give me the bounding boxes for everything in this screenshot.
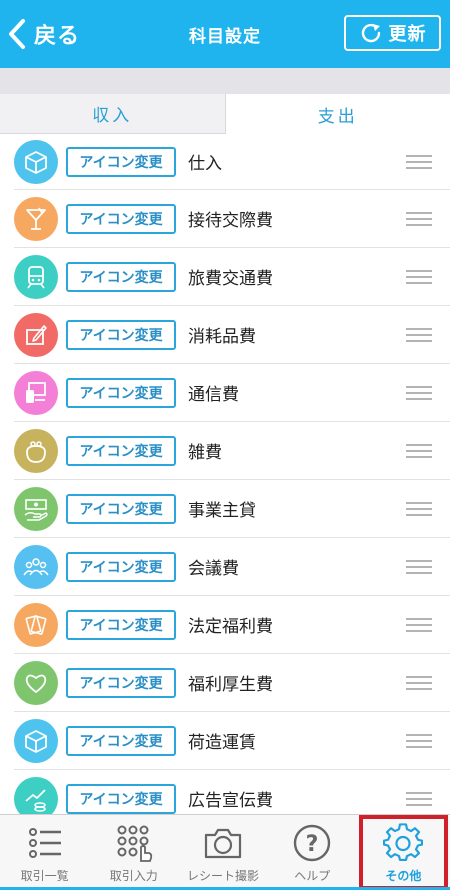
change-icon-button[interactable]: アイコン変更 [66, 377, 176, 408]
category-row: アイコン変更 旅費交通費 [0, 248, 450, 306]
header-bar: 戻る 科目設定 更新 [0, 0, 450, 68]
category-row: アイコン変更 広告宣伝費 [0, 770, 450, 814]
category-row: アイコン変更 法定福利費 [0, 596, 450, 654]
category-row: アイコン変更 雑費 [0, 422, 450, 480]
list-icon [28, 828, 61, 858]
category-icon-badge [14, 196, 58, 241]
category-icon-badge [14, 544, 58, 589]
category-icon-badge [14, 139, 58, 184]
category-icon-badge [14, 776, 58, 814]
category-list: アイコン変更 仕入 アイコン変更 接待交際費 アイコン変更 旅費交通費 アイコン変更 消耗品費… [0, 134, 450, 814]
category-icon-badge [14, 486, 58, 531]
category-name: 事業主貸 [188, 501, 256, 521]
category-row: アイコン変更 事業主貸 [0, 480, 450, 538]
reorder-handle-icon[interactable] [406, 675, 432, 690]
svg-text:?: ? [306, 832, 319, 857]
camera-icon [204, 828, 242, 859]
keypad-icon [117, 825, 152, 862]
income-expense-tabs: 収入 支出 [0, 94, 450, 134]
pen-note-icon [26, 324, 47, 345]
change-icon-button[interactable]: アイコン変更 [66, 725, 176, 756]
reorder-handle-icon[interactable] [406, 154, 432, 169]
category-name: 旅費交通費 [188, 269, 273, 289]
tab-income[interactable]: 収入 [0, 94, 226, 134]
change-icon-button[interactable]: アイコン変更 [66, 609, 176, 640]
change-icon-button[interactable]: アイコン変更 [66, 146, 176, 177]
people-icon [23, 557, 49, 575]
change-icon-button[interactable]: アイコン変更 [66, 493, 176, 524]
nav-label: レシート撮影 [187, 869, 260, 883]
header-spacer [0, 68, 450, 94]
category-row: アイコン変更 通信費 [0, 364, 450, 422]
purse-icon [26, 440, 46, 463]
category-icon-badge [14, 428, 58, 473]
category-name: 通信費 [188, 385, 239, 405]
reorder-handle-icon[interactable] [406, 385, 432, 400]
category-name: 法定福利費 [188, 617, 273, 637]
change-icon-button[interactable]: アイコン変更 [66, 783, 176, 814]
phone-computer-icon [26, 381, 46, 403]
reorder-handle-icon[interactable] [406, 559, 432, 574]
cards-icon [25, 614, 47, 635]
category-name: 荷造運賃 [188, 733, 256, 753]
heart-icon [25, 674, 47, 693]
category-name: 広告宣伝費 [188, 791, 273, 811]
category-icon-badge [14, 312, 58, 357]
nav-transaction-input[interactable]: 取引入力 [89, 815, 178, 890]
train-icon [27, 265, 45, 288]
tab-expense[interactable]: 支出 [225, 94, 450, 134]
growth-icon [25, 788, 46, 812]
nav-other[interactable]: その他 [358, 815, 449, 890]
help-icon: ? [294, 824, 331, 862]
reorder-handle-icon[interactable] [406, 269, 432, 284]
refresh-label: 更新 [388, 24, 427, 45]
category-name: 仕入 [188, 154, 222, 174]
change-icon-button[interactable]: アイコン変更 [66, 261, 176, 292]
change-icon-button[interactable]: アイコン変更 [66, 435, 176, 466]
category-row: アイコン変更 福利厚生費 [0, 654, 450, 712]
category-row: アイコン変更 接待交際費 [0, 190, 450, 248]
reorder-handle-icon[interactable] [406, 501, 432, 516]
category-icon-badge [14, 370, 58, 415]
reorder-handle-icon[interactable] [406, 733, 432, 748]
reorder-handle-icon[interactable] [406, 327, 432, 342]
box-icon [25, 729, 47, 753]
category-icon-badge [14, 602, 58, 647]
nav-help[interactable]: ? ヘルプ [268, 815, 357, 890]
category-icon-badge [14, 254, 58, 299]
category-name: 会議費 [188, 559, 239, 579]
nav-label: その他 [385, 869, 422, 883]
box-icon [25, 150, 47, 174]
nav-receipt-photo[interactable]: レシート撮影 [178, 815, 267, 890]
change-icon-button[interactable]: アイコン変更 [66, 203, 176, 234]
category-icon-badge [14, 718, 58, 763]
refresh-icon [361, 23, 380, 43]
reorder-handle-icon[interactable] [406, 791, 432, 806]
reorder-handle-icon[interactable] [406, 443, 432, 458]
category-row: アイコン変更 消耗品費 [0, 306, 450, 364]
nav-label: ヘルプ [294, 869, 331, 883]
category-name: 雑費 [188, 443, 222, 463]
change-icon-button[interactable]: アイコン変更 [66, 667, 176, 698]
bottom-nav: 取引一覧 取引入力 レシート撮影 ? ヘルプ その他 [0, 814, 450, 890]
category-row: アイコン変更 荷造運賃 [0, 712, 450, 770]
category-name: 消耗品費 [188, 327, 256, 347]
money-hand-icon [24, 498, 48, 521]
change-icon-button[interactable]: アイコン変更 [66, 319, 176, 350]
refresh-button[interactable]: 更新 [344, 15, 441, 51]
cocktail-icon [26, 207, 46, 230]
change-icon-button[interactable]: アイコン変更 [66, 551, 176, 582]
category-row: アイコン変更 仕入 [0, 134, 450, 190]
gear-icon [383, 823, 424, 861]
category-icon-badge [14, 660, 58, 705]
reorder-handle-icon[interactable] [406, 617, 432, 632]
nav-transaction-list[interactable]: 取引一覧 [0, 815, 89, 890]
nav-label: 取引入力 [109, 869, 158, 883]
nav-label: 取引一覧 [20, 869, 69, 883]
category-name: 接待交際費 [188, 211, 273, 231]
category-name: 福利厚生費 [188, 675, 273, 695]
category-row: アイコン変更 会議費 [0, 538, 450, 596]
reorder-handle-icon[interactable] [406, 211, 432, 226]
